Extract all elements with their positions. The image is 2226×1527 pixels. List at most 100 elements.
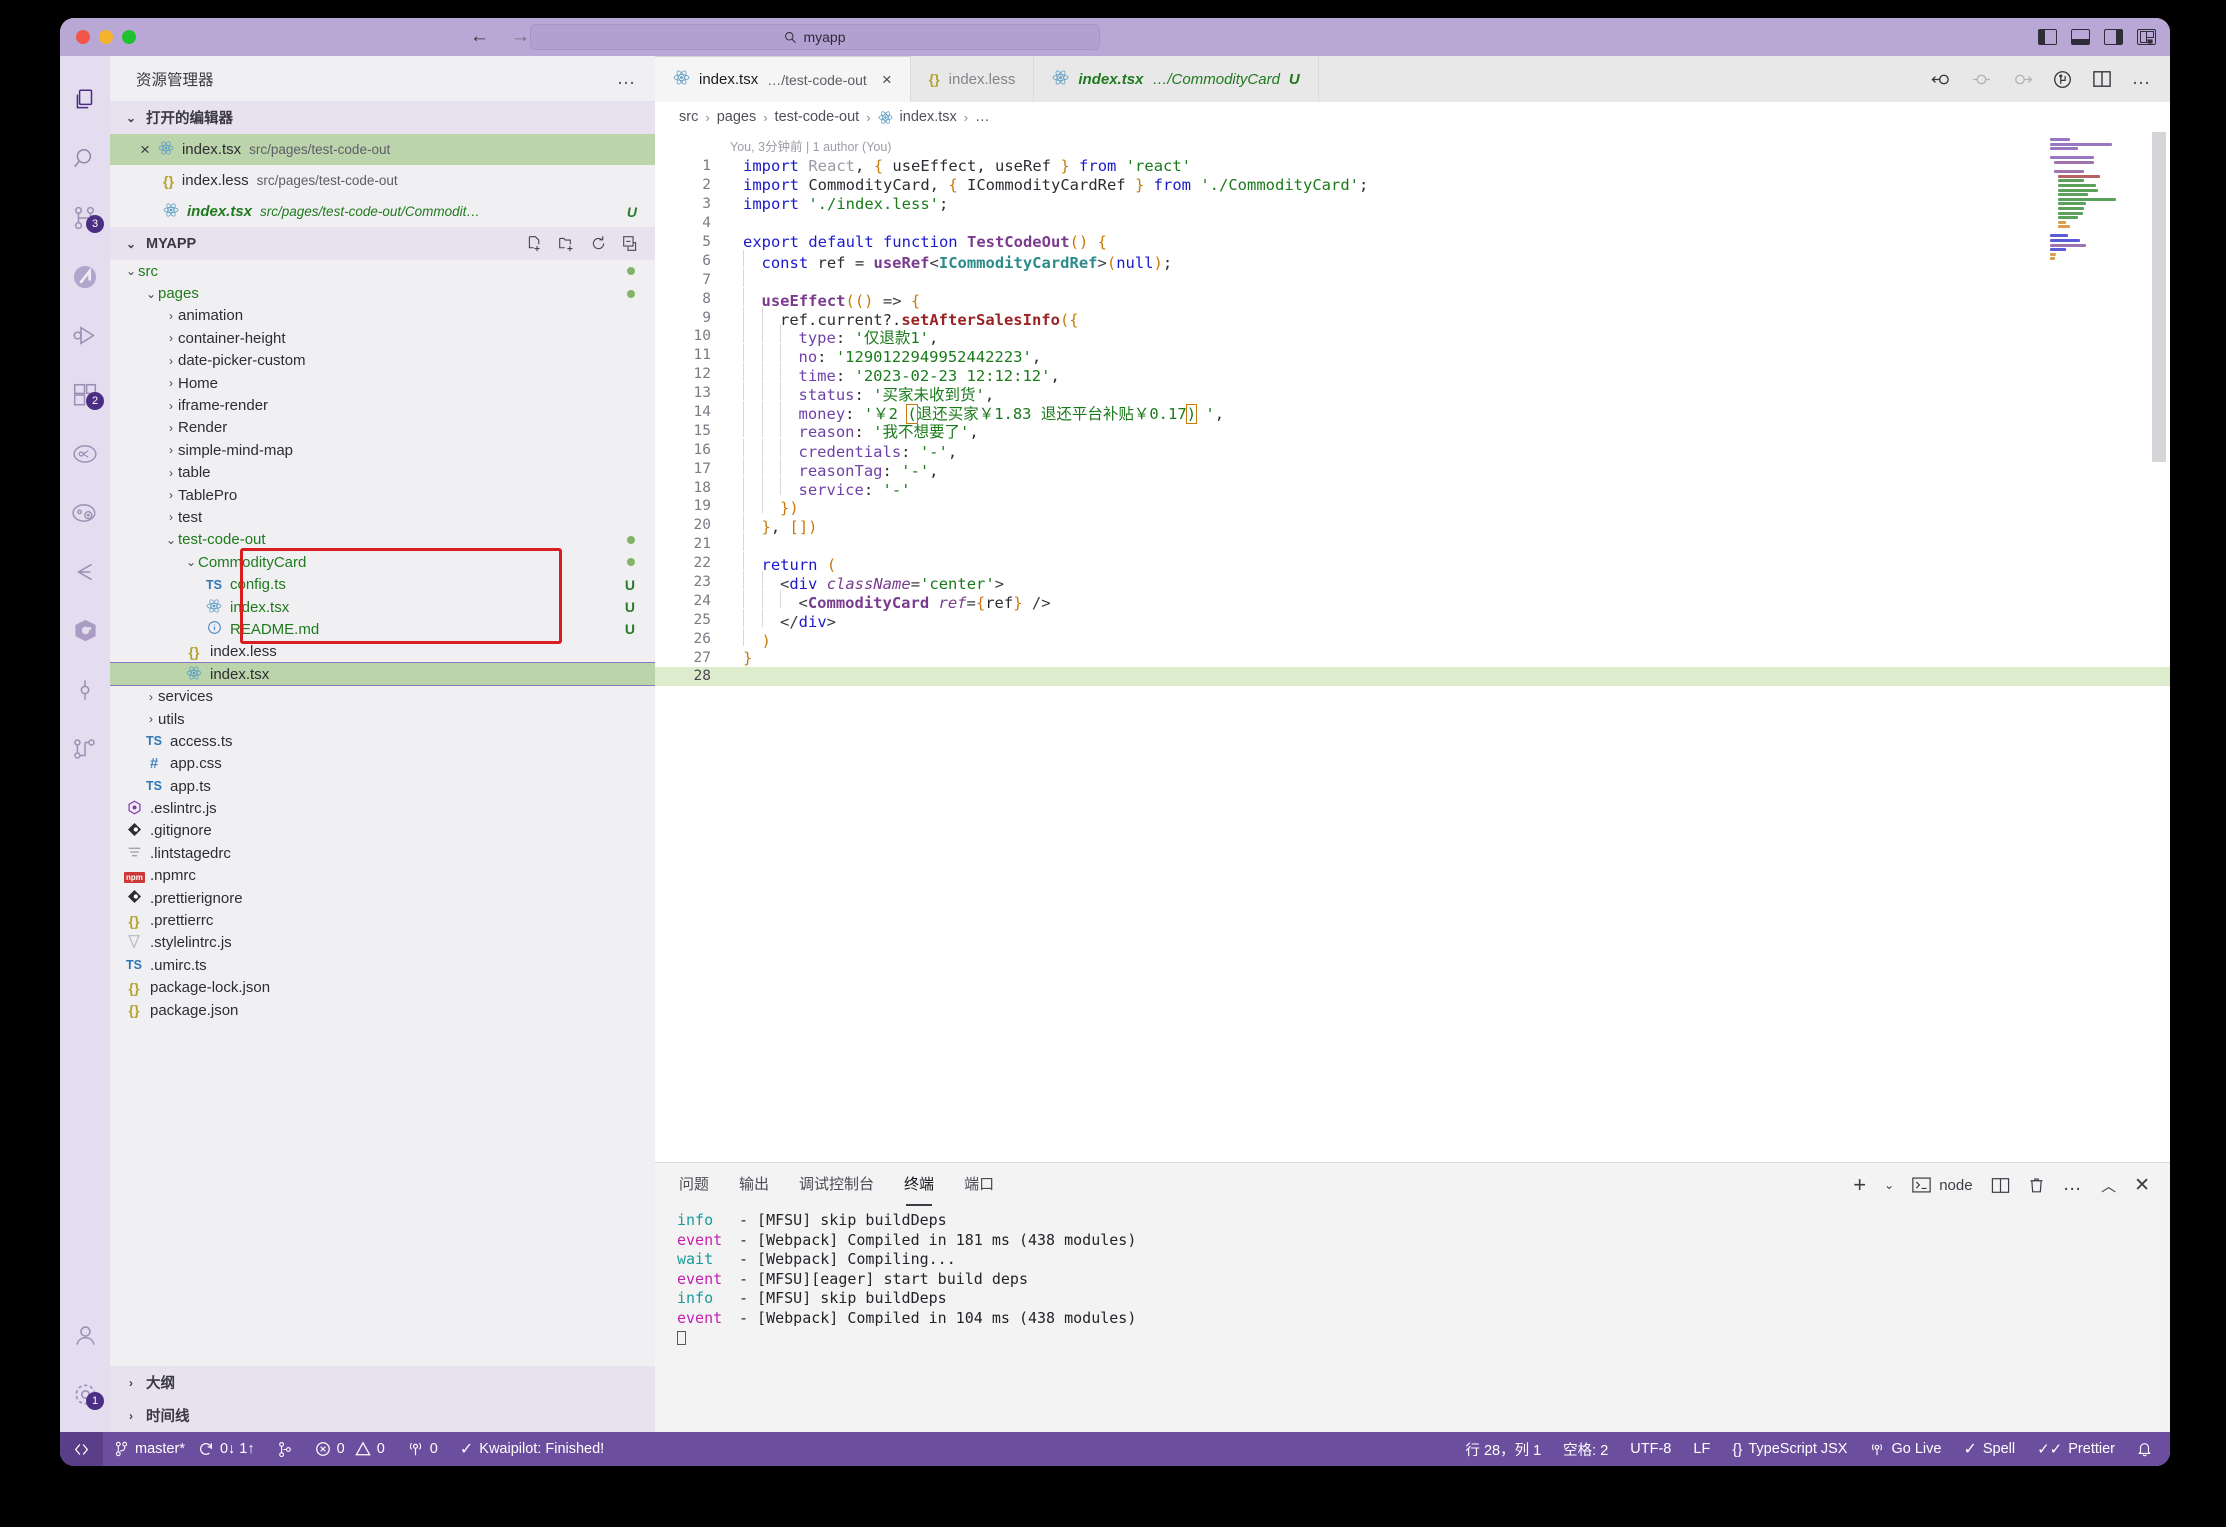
tree-file-.umirc.ts[interactable]: TS .umirc.ts [110,954,655,976]
chevron-down-icon[interactable]: ⌄ [1884,1178,1894,1192]
status-kwaipilot[interactable]: ✓ Kwaipilot: Finished! [449,1432,615,1466]
go-back-icon[interactable]: ← [470,26,489,48]
code-line[interactable]: 25 </div> [655,608,2170,631]
open-editor-item[interactable]: {} index.less src/pages/test-code-out [110,165,655,196]
code-line[interactable]: 28 [655,667,2170,686]
tree-folder-table[interactable]: › table [110,462,655,484]
sidebar-item-bytedance[interactable] [60,601,110,660]
split-terminal-icon[interactable] [1991,1177,2010,1194]
tree-folder-date-picker-custom[interactable]: › date-picker-custom [110,350,655,372]
code-line[interactable]: 11 no: '1290122949952442223', [655,344,2170,366]
code-line[interactable]: 23 <div className='center'> [655,571,2170,593]
new-file-icon[interactable] [526,235,543,252]
code-line[interactable]: 8 useEffect(() => { [655,287,2170,310]
timeline-section-header[interactable]: › 时间线 [110,1399,655,1432]
sidebar-item-source-control[interactable]: 3 [60,188,110,247]
tab-ports[interactable]: 端口 [964,1173,994,1198]
code-line[interactable]: 21 [655,533,2170,554]
code-line[interactable]: 22 return ( [655,552,2170,574]
tree-file-.stylelintrc.js[interactable]: .stylelintrc.js [110,932,655,954]
tab-index-tsx-test-code-out[interactable]: index.tsx …/test-code-out × [655,56,911,102]
sidebar-item-kwaipilot[interactable] [60,247,110,306]
toggle-panel-icon[interactable] [2071,29,2090,45]
code-line[interactable]: 10 type: '仅退款1', [655,324,2170,347]
go-forward-icon[interactable]: → [511,26,530,48]
code-line[interactable]: 19}) [655,495,2170,517]
sidebar-item-explorer[interactable] [60,70,110,129]
code-line[interactable]: 1 import React, { useEffect, useRef } fro… [655,157,2170,176]
breadcrumb[interactable]: src › pages › test-code-out › index.tsx … [655,102,2170,132]
tree-folder-services[interactable]: › services [110,685,655,707]
tab-terminal[interactable]: 终端 [904,1173,934,1206]
tab-index-tsx-commoditycard[interactable]: index.tsx …/CommodityCard U [1034,56,1319,102]
status-cursor-position[interactable]: 行 28，列 1 [1454,1432,1552,1466]
tree-file-index.tsx[interactable]: index.tsx U [110,596,655,618]
status-source-control-graph[interactable] [266,1432,304,1466]
workspace-header[interactable]: ⌄ MYAPP [110,227,655,260]
breadcrumb-item[interactable]: test-code-out [775,109,860,125]
status-go-live[interactable]: Go Live [1858,1432,1952,1466]
status-remote-indicator[interactable] [60,1432,103,1466]
kill-terminal-icon[interactable] [2028,1176,2045,1194]
breadcrumb-item[interactable]: src [679,109,698,125]
tree-folder-iframe-render[interactable]: › iframe-render [110,394,655,416]
tree-folder-utils[interactable]: › utils [110,708,655,730]
open-editor-item[interactable]: index.tsx src/pages/test-code-out/Commod… [110,196,655,227]
prev-change-icon[interactable] [1971,71,1992,88]
split-diff-icon[interactable] [1930,71,1951,88]
sidebar-item-test-coverage[interactable] [60,483,110,542]
editor-scrollbar[interactable] [2152,132,2166,462]
tree-folder-Render[interactable]: › Render [110,417,655,439]
code-line[interactable]: 17 reasonTag: '-', [655,457,2170,480]
minimap[interactable] [2050,138,2150,261]
status-sync-changes[interactable]: 0↓ 1↑ [196,1432,266,1466]
terminal-output[interactable]: info - [MFSU] skip buildDeps event - [Webpa… [655,1207,2170,1432]
tree-file-index.less[interactable]: {} index.less [110,641,655,663]
code-line[interactable]: 7 [655,268,2170,289]
tree-file-.prettierrc[interactable]: {} .prettierrc [110,909,655,931]
breadcrumb-item[interactable]: index.tsx [900,109,957,125]
status-spell-checker[interactable]: ✓ Spell [1952,1432,2026,1466]
tree-file-index.tsx[interactable]: index.tsx [110,662,655,687]
code-line[interactable]: 3 import './index.less'; [655,195,2170,214]
more-actions-icon[interactable]: … [2063,1174,2084,1196]
tab-problems[interactable]: 问题 [679,1173,709,1198]
code-lines[interactable]: 1 import React, { useEffect, useRef } fro… [655,157,2170,686]
code-line[interactable]: 5 export default function TestCodeOut() { [655,233,2170,252]
tree-folder-animation[interactable]: › animation [110,305,655,327]
status-problems[interactable]: 0 0 [304,1432,396,1466]
settings-button[interactable]: 1 [60,1365,110,1424]
code-line[interactable]: 27} [655,648,2170,667]
tree-file-.eslintrc.js[interactable]: .eslintrc.js [110,797,655,819]
tab-index-less[interactable]: {} index.less [911,56,1035,102]
toggle-secondary-sidebar-icon[interactable] [2104,29,2123,45]
tree-file-config.ts[interactable]: TS config.ts U [110,573,655,595]
status-encoding[interactable]: UTF-8 [1619,1432,1682,1466]
source-control-inline-icon[interactable] [2053,70,2072,89]
code-line[interactable]: 2 import CommodityCard, { ICommodityCardR… [655,176,2170,195]
tree-folder-test-code-out[interactable]: ⌄ test-code-out [110,529,655,551]
tab-debug-console[interactable]: 调试控制台 [799,1173,874,1198]
explorer-more-actions-icon[interactable]: … [617,68,638,90]
status-indentation[interactable]: 空格: 2 [1552,1432,1619,1466]
refresh-icon[interactable] [590,235,607,252]
status-prettier[interactable]: ✓✓ Prettier [2026,1432,2126,1466]
next-change-icon[interactable] [2012,71,2033,88]
sidebar-item-import-cost[interactable] [60,542,110,601]
code-editor[interactable]: You, 3分钟前 | 1 author (You) 1 import React… [655,132,2170,1162]
tab-output[interactable]: 输出 [739,1173,769,1198]
code-line[interactable]: 26) [655,627,2170,650]
more-actions-icon[interactable]: … [2132,68,2153,90]
customize-layout-icon[interactable] [2137,29,2156,45]
sidebar-item-run-and-debug[interactable] [60,306,110,365]
code-line[interactable]: 18 service: '-' [655,476,2170,499]
tree-file-.lintstagedrc[interactable]: .lintstagedrc [110,842,655,864]
tree-file-package.json[interactable]: {} package.json [110,999,655,1021]
tree-file-app.css[interactable]: # app.css [110,753,655,775]
minimize-window-button[interactable] [99,30,113,44]
code-line[interactable]: 6 const ref = useRef<ICommodityCardRef>(n… [655,249,2170,272]
collapse-all-icon[interactable] [622,235,639,252]
sidebar-item-code-marker[interactable] [60,660,110,719]
tree-folder-CommodityCard[interactable]: ⌄ CommodityCard [110,551,655,573]
command-center-search[interactable]: myapp [530,24,1100,50]
